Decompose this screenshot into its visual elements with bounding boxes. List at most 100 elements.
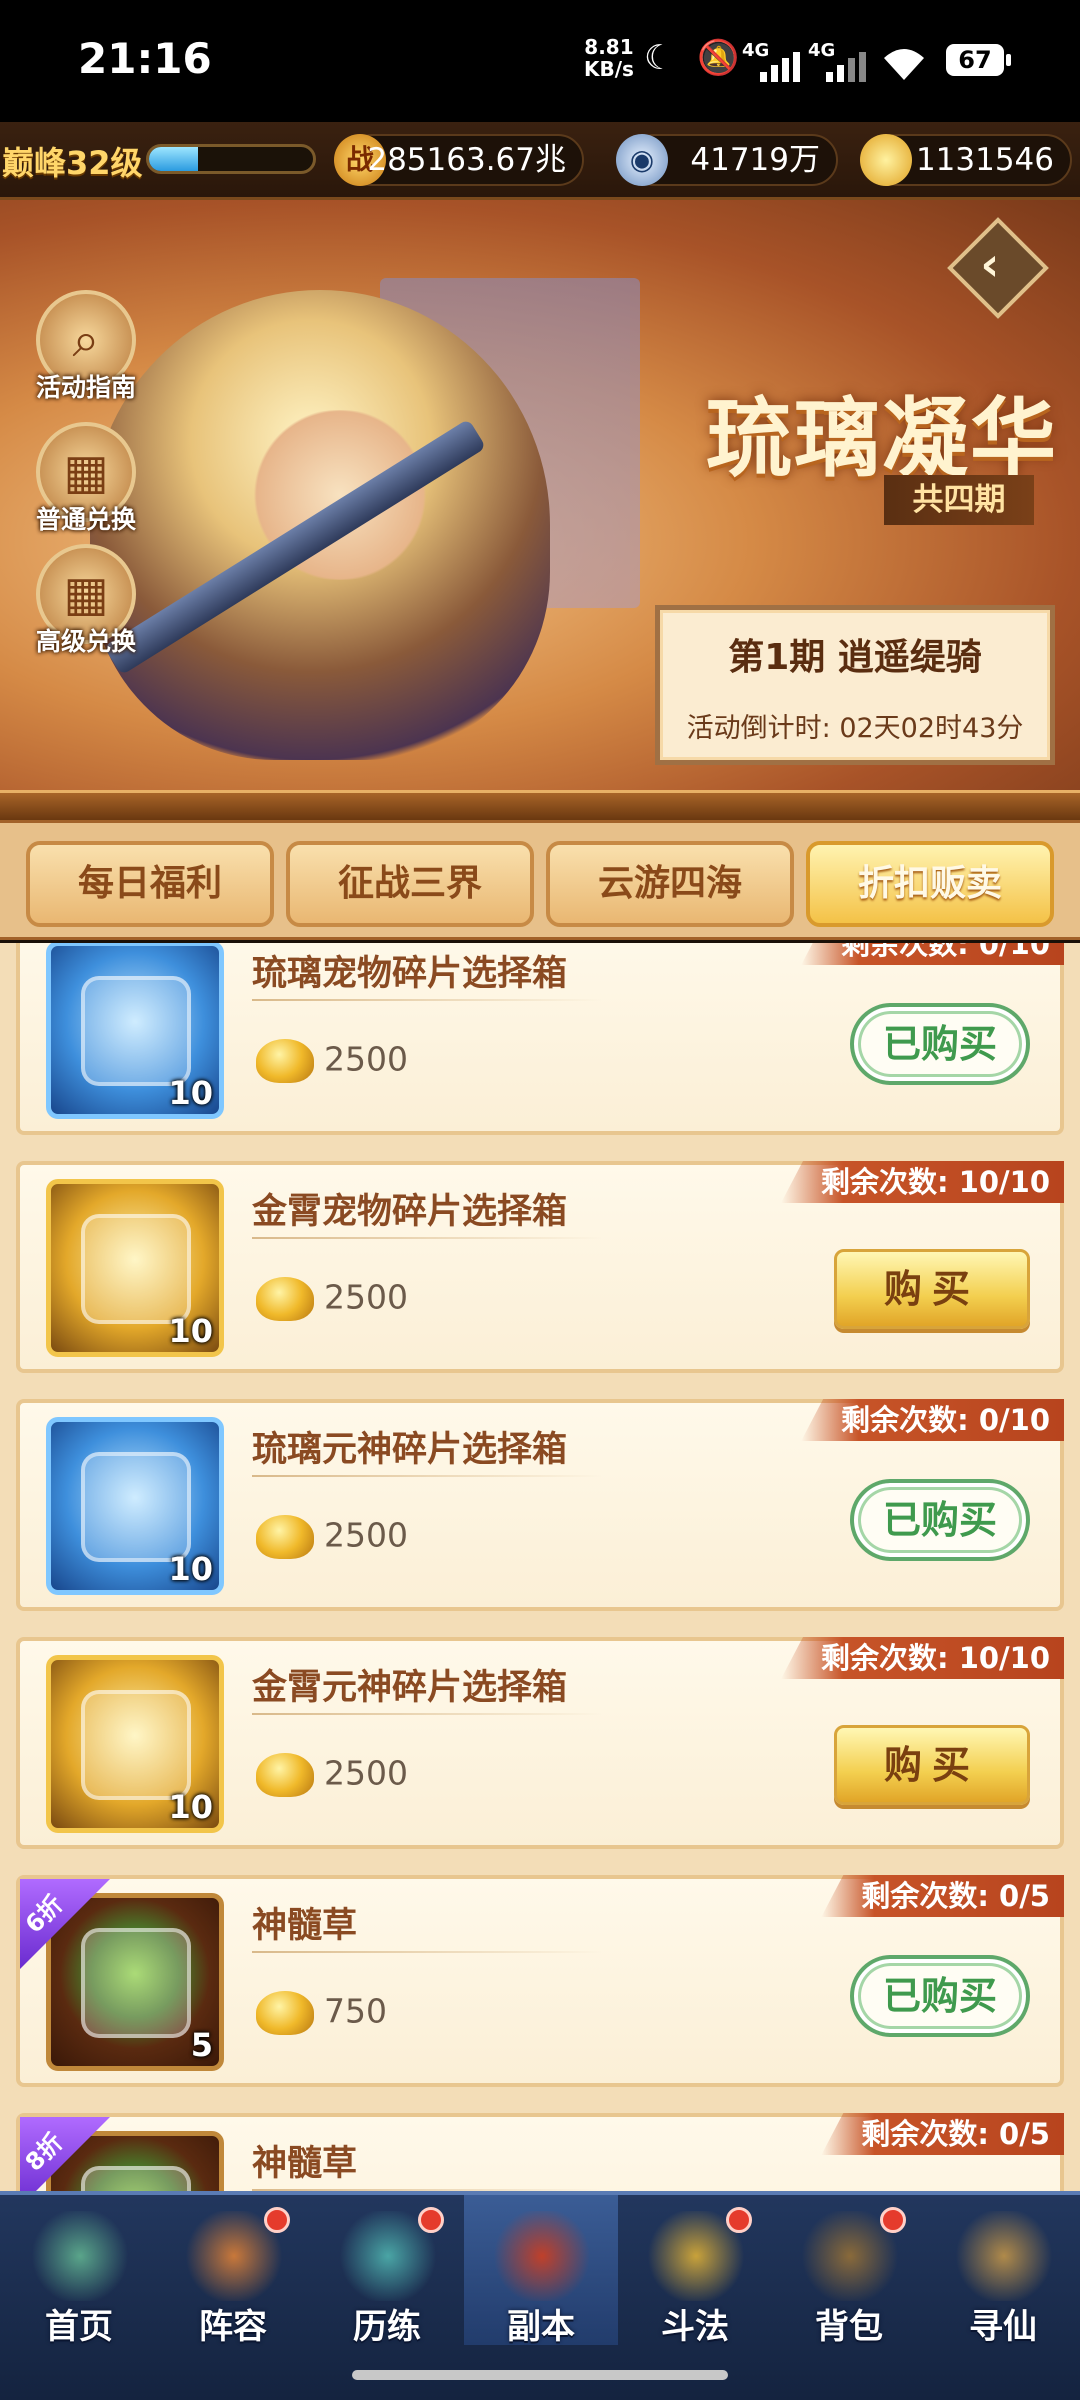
gold-ingot-icon xyxy=(860,134,912,186)
remaining-count: 剩余次数: 0/5 xyxy=(821,2113,1064,2155)
nav-item-bag[interactable]: 背包 xyxy=(772,2195,926,2347)
moon-icon: ☾ xyxy=(644,38,681,78)
buy-button[interactable]: 购买 xyxy=(834,1725,1030,1805)
nav-label: 斗法 xyxy=(661,2307,729,2347)
purchased-button: 已购买 xyxy=(850,1003,1030,1085)
remaining-count: 剩余次数: 0/10 xyxy=(801,943,1064,965)
item-price-value: 2500 xyxy=(324,1039,408,1079)
treasure-chest-icon xyxy=(81,1214,191,1324)
level-label: 巅峰32级 xyxy=(2,144,143,182)
item-price-value: 2500 xyxy=(324,1277,408,1317)
signal-icon-2 xyxy=(826,52,866,82)
shop-item-row: 8折 神髓草 剩余次数: 0/5 xyxy=(16,2113,1064,2191)
network-speed-unit: KB/s xyxy=(584,57,634,81)
status-bar: 21:16 8.81 KB/s ☾ 🔕 4G 4G 67 xyxy=(0,0,1080,122)
remaining-count: 剩余次数: 10/10 xyxy=(781,1637,1064,1679)
shop-item-list[interactable]: 10 琉璃宠物碎片选择箱 2500 剩余次数: 0/10 已购买 10 金霄宠物碎片选择箱 2… xyxy=(0,943,1080,2191)
nav-label: 历练 xyxy=(353,2307,421,2347)
item-count: 10 xyxy=(168,1550,213,1588)
nav-item-scroll[interactable]: 寻仙 xyxy=(926,2195,1080,2347)
shop-item-row: 10 琉璃宠物碎片选择箱 2500 剩余次数: 0/10 已购买 xyxy=(16,943,1064,1135)
home-indicator[interactable] xyxy=(352,2370,728,2380)
purchased-button: 已购买 xyxy=(850,1955,1030,2037)
item-price: 2500 xyxy=(256,1515,408,1559)
item-name: 神髓草 xyxy=(252,1906,358,1946)
treasure-chest-icon xyxy=(81,1690,191,1800)
bottom-nav: 首页 阵容 历练 副本 斗法 背包 寻仙 xyxy=(0,2191,1080,2400)
buy-button[interactable]: 购买 xyxy=(834,1249,1030,1329)
event-countdown: 活动倒计时: 02天02时43分 xyxy=(660,706,1050,745)
item-price: 2500 xyxy=(256,1039,408,1083)
shop-item-row: 5 6折 神髓草 750 剩余次数: 0/5 已购买 xyxy=(16,1875,1064,2087)
normal-exchange-label: 普通兑换 xyxy=(35,505,136,534)
scroll-icon xyxy=(952,2211,1056,2301)
item-name-divider xyxy=(252,1713,602,1715)
event-phase: 第1期 逍遥缇骑 xyxy=(728,637,982,678)
nav-item-home[interactable]: 首页 xyxy=(2,2195,156,2347)
gold-ingot-display: 1131546 xyxy=(860,134,1072,186)
activity-guide-button[interactable]: ⌕ 活动指南 xyxy=(32,290,140,404)
signal-icon xyxy=(760,52,800,82)
tab-daily-welfare[interactable]: 每日福利 xyxy=(26,841,274,927)
item-thumbnail[interactable]: 10 xyxy=(46,1179,224,1357)
advanced-exchange-button[interactable]: ▦ 高级兑换 xyxy=(32,544,140,658)
tab-bar: 每日福利 征战三界 云游四海 折扣贩卖 xyxy=(0,820,1080,940)
activity-guide-label: 活动指南 xyxy=(35,373,136,402)
notification-dot xyxy=(726,2207,752,2233)
item-name: 金霄元神碎片选择箱 xyxy=(252,1668,568,1708)
nav-label: 阵容 xyxy=(199,2307,267,2347)
shop-item-row: 10 金霄元神碎片选择箱 2500 剩余次数: 10/10 购买 xyxy=(16,1637,1064,1849)
treasure-chest-icon xyxy=(81,976,191,1086)
nav-label: 副本 xyxy=(507,2307,575,2347)
item-price: 2500 xyxy=(256,1753,408,1797)
gold-ingot-value: 1131546 xyxy=(915,142,1054,178)
gold-ingot-icon xyxy=(256,1753,314,1797)
event-subtitle: 共四期 xyxy=(884,475,1034,525)
item-count: 10 xyxy=(168,1312,213,1350)
network-speed-value: 8.81 xyxy=(584,35,634,59)
back-arrow-icon: ‹ xyxy=(980,237,1000,292)
treasure-chest-icon xyxy=(81,1928,191,2038)
item-thumbnail[interactable]: 10 xyxy=(46,943,224,1119)
back-button[interactable]: ‹ xyxy=(947,217,1049,319)
item-price: 750 xyxy=(256,1991,387,2035)
item-price-value: 750 xyxy=(324,1991,387,2031)
battle-power-value: 285163.67兆 xyxy=(367,142,566,178)
status-icons: ☾ 🔕 xyxy=(644,38,746,78)
battle-power-display: 战 285163.67兆 xyxy=(334,134,584,186)
notification-dot xyxy=(418,2207,444,2233)
copper-coin-value: 41719万 xyxy=(690,142,820,178)
item-thumbnail[interactable]: 10 xyxy=(46,1655,224,1833)
tab-discount-sale[interactable]: 折扣贩卖 xyxy=(806,841,1054,927)
normal-exchange-button[interactable]: ▦ 普通兑换 xyxy=(32,422,140,536)
item-name: 金霄宠物碎片选择箱 xyxy=(252,1192,568,1232)
item-price: 2500 xyxy=(256,1277,408,1321)
gold-ingot-icon xyxy=(256,1039,314,1083)
nav-item-lineup[interactable]: 阵容 xyxy=(156,2195,310,2347)
copper-coin-icon: ◉ xyxy=(616,134,668,186)
level-progress-fill xyxy=(149,147,199,171)
item-name: 琉璃宠物碎片选择箱 xyxy=(252,954,568,994)
battery-indicator: 67 xyxy=(946,44,1011,76)
item-name-divider xyxy=(252,1475,602,1477)
item-count: 10 xyxy=(168,1788,213,1826)
item-thumbnail[interactable]: 5 xyxy=(46,1893,224,2071)
dungeon-icon xyxy=(490,2211,594,2301)
advanced-exchange-label: 高级兑换 xyxy=(35,627,136,656)
tab-conquer-three-realms[interactable]: 征战三界 xyxy=(286,841,534,927)
remaining-count: 剩余次数: 0/10 xyxy=(801,1399,1064,1441)
item-name-divider xyxy=(252,999,602,1001)
countdown-label: 活动倒计时: xyxy=(686,713,831,744)
item-thumbnail[interactable]: 10 xyxy=(46,1417,224,1595)
shop-item-row: 10 金霄宠物碎片选择箱 2500 剩余次数: 10/10 购买 xyxy=(16,1161,1064,1373)
nav-item-training[interactable]: 历练 xyxy=(310,2195,464,2347)
nav-item-dungeon[interactable]: 副本 xyxy=(464,2195,618,2347)
nav-item-battle[interactable]: 斗法 xyxy=(618,2195,772,2347)
item-name: 琉璃元神碎片选择箱 xyxy=(252,1430,568,1470)
item-count: 10 xyxy=(168,1074,213,1112)
nav-label: 首页 xyxy=(45,2307,113,2347)
shop-item-row: 10 琉璃元神碎片选择箱 2500 剩余次数: 0/10 已购买 xyxy=(16,1399,1064,1611)
remaining-count: 剩余次数: 0/5 xyxy=(821,1875,1064,1917)
clock: 21:16 xyxy=(78,34,212,83)
tab-travel-four-seas[interactable]: 云游四海 xyxy=(546,841,794,927)
